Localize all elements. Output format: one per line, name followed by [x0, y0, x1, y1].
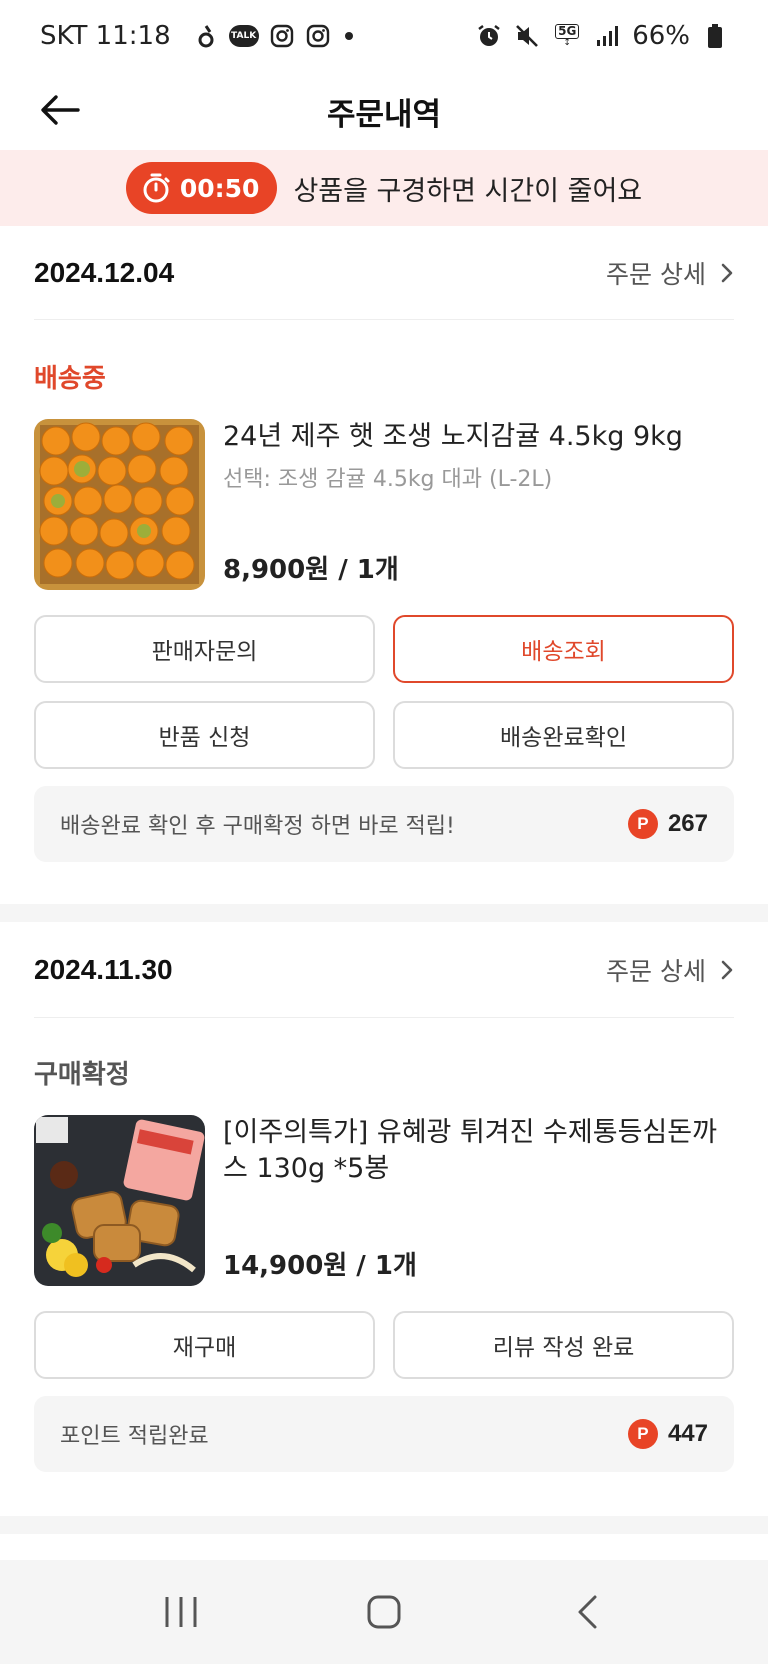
product-row[interactable]: 24년 제주 햇 조생 노지감귤 4.5kg 9kg 선택: 조생 감귤 4.5…	[34, 419, 734, 591]
system-nav-bar	[0, 1560, 768, 1664]
order-card: 2024.11.30 주문 상세 구매확정 [이주의특가] 유혜광 튀겨진 수제…	[0, 922, 768, 1516]
instagram-icon	[269, 23, 295, 49]
point-info-box: 배송완료 확인 후 구매확정 하면 바로 적립! P 267	[34, 786, 734, 862]
home-icon	[367, 1595, 401, 1629]
status-right: 5G ↕ 66%	[476, 21, 728, 51]
timer-banner[interactable]: 00:50 상품을 구경하면 시간이 줄어요	[0, 150, 768, 226]
product-row[interactable]: [이주의특가] 유혜광 튀겨진 수제통등심돈까스 130g *5봉 14,900…	[34, 1115, 734, 1287]
section-divider	[0, 1516, 768, 1534]
status-bar: SKT 11:18 TALK 5G ↕ 66%	[0, 0, 768, 72]
seller-inquiry-button[interactable]: 판매자문의	[34, 615, 375, 683]
order-detail-link[interactable]: 주문 상세	[606, 255, 734, 291]
network-5g-icon: 5G ↕	[552, 23, 582, 49]
product-thumbnail	[34, 419, 205, 590]
order-status: 배송중	[34, 364, 106, 394]
timer-message: 상품을 구경하면 시간이 줄어요	[293, 175, 643, 207]
point-info-text: 배송완료 확인 후 구매확정 하면 바로 적립!	[60, 814, 455, 839]
back-nav-button[interactable]	[547, 1572, 627, 1652]
return-request-button[interactable]: 반품 신청	[34, 701, 375, 769]
back-button[interactable]	[36, 86, 84, 134]
network-label: 5G	[555, 24, 580, 39]
location-icon	[193, 23, 219, 49]
timer-pill: 00:50	[125, 162, 278, 214]
order-detail-label: 주문 상세	[606, 956, 706, 986]
battery-icon	[702, 23, 728, 49]
order-detail-link[interactable]: 주문 상세	[606, 952, 734, 988]
product-name: [이주의특가] 유혜광 튀겨진 수제통등심돈까스 130g *5봉	[223, 1117, 717, 1184]
home-button[interactable]	[344, 1572, 424, 1652]
kakaotalk-icon: TALK	[228, 25, 259, 47]
point-icon: P	[627, 1419, 658, 1449]
product-price: 8,900원 / 1개	[223, 555, 399, 585]
order-header: 2024.12.04 주문 상세	[34, 226, 734, 320]
battery-percent: 66%	[632, 21, 690, 51]
recent-apps-button[interactable]	[141, 1572, 221, 1652]
timer-value: 00:50	[179, 173, 260, 203]
order-card: 2024.12.04 주문 상세 배송중 24년 제주 햇 조생 노지감귤 4.…	[0, 226, 768, 902]
more-notifications-dot-icon	[344, 32, 353, 40]
track-delivery-button[interactable]: 배송조회	[393, 615, 734, 683]
chevron-left-icon	[578, 1595, 597, 1629]
point-icon: P	[627, 809, 658, 839]
product-info: 24년 제주 햇 조생 노지감귤 4.5kg 9kg 선택: 조생 감귤 4.5…	[223, 419, 683, 590]
tangerine-box-image	[34, 419, 205, 590]
order-detail-label: 주문 상세	[606, 259, 706, 289]
section-divider	[0, 904, 768, 922]
point-amount: P 447	[627, 1419, 708, 1449]
point-amount: P 267	[627, 809, 708, 839]
point-info-box: 포인트 적립완료 P 447	[34, 1396, 734, 1472]
pork-cutlet-image	[34, 1115, 205, 1286]
instagram-icon-2	[305, 23, 331, 49]
arrow-left-icon	[41, 95, 80, 125]
chevron-right-icon	[721, 263, 733, 282]
product-option: 선택: 조생 감귤 4.5kg 대과 (L-2L)	[223, 467, 553, 492]
signal-icon	[594, 23, 620, 49]
page-title: 주문내역	[326, 96, 442, 133]
confirm-delivery-button[interactable]: 배송완료확인	[393, 701, 734, 769]
point-info-text: 포인트 적립완료	[60, 1424, 209, 1449]
order-header: 2024.11.30 주문 상세	[34, 922, 734, 1018]
notification-icons: TALK	[193, 23, 353, 49]
product-info: [이주의특가] 유혜광 튀겨진 수제통등심돈까스 130g *5봉 14,900…	[223, 1115, 731, 1286]
mute-icon	[514, 23, 540, 49]
status-left: SKT 11:18 TALK	[40, 21, 353, 51]
order-date: 2024.12.04	[34, 256, 175, 288]
product-name: 24년 제주 햇 조생 노지감귤 4.5kg 9kg	[223, 421, 683, 452]
point-value: 267	[667, 810, 708, 837]
product-price: 14,900원 / 1개	[223, 1251, 417, 1281]
carrier-time: SKT 11:18	[40, 21, 171, 51]
chevron-right-icon	[721, 960, 733, 979]
stopwatch-icon	[143, 173, 170, 203]
product-thumbnail	[34, 1115, 205, 1286]
point-value: 447	[667, 1420, 708, 1447]
review-done-button[interactable]: 리뷰 작성 완료	[393, 1311, 734, 1379]
recent-apps-icon	[165, 1597, 197, 1627]
order-date: 2024.11.30	[34, 953, 173, 985]
order-status: 구매확정	[34, 1060, 130, 1090]
repurchase-button[interactable]: 재구매	[34, 1311, 375, 1379]
alarm-icon	[476, 23, 502, 49]
app-header: 주문내역	[0, 72, 768, 150]
